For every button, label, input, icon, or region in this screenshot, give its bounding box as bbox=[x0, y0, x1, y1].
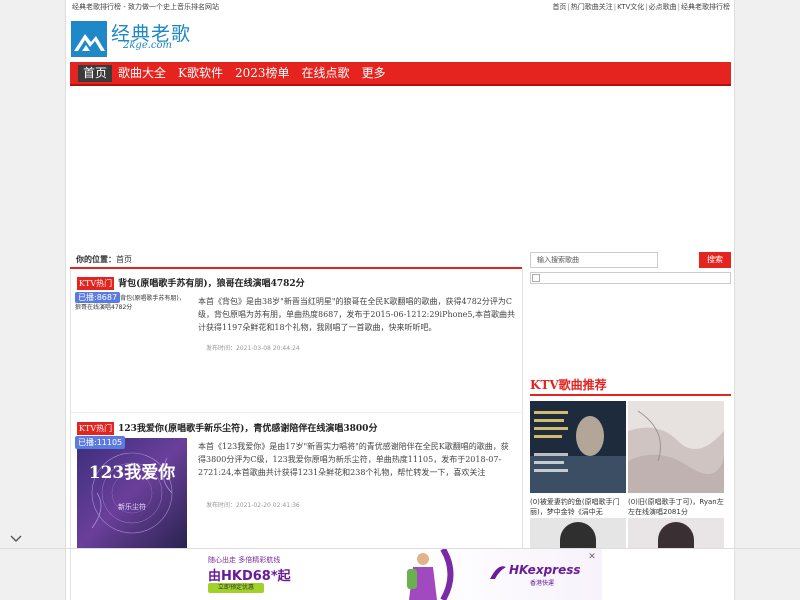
sidebar-ad-image[interactable] bbox=[530, 272, 731, 284]
recommend-card-image[interactable] bbox=[530, 401, 626, 493]
ad-price: 由HKD68*起 bbox=[208, 569, 291, 584]
breadcrumb: 你的位置：首页 bbox=[76, 254, 132, 265]
nav-ksong-software[interactable]: K歌软件 bbox=[172, 62, 229, 84]
mountain-logo-icon bbox=[71, 21, 107, 57]
ad-line1: 随心出走 多倍精彩航线 bbox=[208, 556, 281, 564]
nav-songs[interactable]: 歌曲大全 bbox=[112, 62, 172, 84]
toplink-rank[interactable]: 经典老歌排行榜 bbox=[681, 3, 730, 11]
post-time: 发布时间：2021-03-08 20:44:24 bbox=[206, 345, 300, 352]
bottom-banner-ad[interactable]: 随心出走 多倍精彩航线 由HKD68*起 立即预定优惠 HKexpress 香港… bbox=[203, 549, 602, 600]
breadcrumb-home[interactable]: 首页 bbox=[116, 255, 132, 264]
recommend-card[interactable]: (0)被爱妻钓的鱼(原唱歌手门丽)，梦中金铃《涓中无 bbox=[530, 401, 626, 517]
play-count-badge: 已播:8687 bbox=[75, 292, 121, 303]
ad-brand: HKexpress bbox=[509, 563, 581, 577]
recommend-card-image[interactable] bbox=[628, 401, 724, 493]
post-item: KTV热门 背包(原唱歌手苏有朋)，狼哥在线演唱4782分 已播:8687 背包(原… bbox=[71, 269, 523, 413]
broken-image-icon bbox=[532, 274, 540, 282]
traveler-illustration-icon bbox=[407, 549, 454, 600]
album-cover-image[interactable] bbox=[77, 438, 187, 548]
recommend-card-caption[interactable]: (0)旧(原唱歌手丁可)，Ryan左左在线演唱2081分 bbox=[628, 497, 724, 517]
post-excerpt: 本首《背包》是由38岁"新晋当红明星"的狼哥在全民K歌翻唱的歌曲，获得4782分… bbox=[198, 297, 515, 332]
logo-domain: 2kge.com bbox=[123, 40, 173, 51]
nav-more[interactable]: 更多 bbox=[356, 62, 392, 84]
category-tag[interactable]: KTV热门 bbox=[77, 277, 115, 290]
nav-online-request[interactable]: 在线点歌 bbox=[296, 62, 356, 84]
sidebar-section-header: KTV歌曲推荐 bbox=[530, 376, 731, 396]
toplink-home[interactable]: 首页 bbox=[552, 3, 566, 11]
nav-2023-chart[interactable]: 2023榜单 bbox=[229, 62, 296, 84]
album-cover-title: 123我爱你 bbox=[88, 463, 176, 483]
close-icon[interactable]: ✕ bbox=[585, 551, 599, 563]
recommend-card-image[interactable] bbox=[530, 518, 626, 549]
site-logo[interactable]: 经典老歌 2kge.com bbox=[71, 21, 191, 59]
chevron-down-icon[interactable] bbox=[8, 534, 24, 548]
post-time: 发布时间：2021-02-20 02:41:36 bbox=[206, 502, 300, 509]
thumbnail-alt-text[interactable]: 已播:8687 背包(原唱歌手苏有朋)，狼哥在线演唱4782分 bbox=[75, 292, 187, 312]
main-nav: 首页 歌曲大全 K歌软件 2023榜单 在线点歌 更多 bbox=[70, 62, 731, 86]
top-bar: 经典老歌排行榜 - 致力做一个史上音乐排名网站 首页|热门歌曲关注|KTV文化|… bbox=[70, 0, 732, 14]
toplink-hot[interactable]: 热门歌曲关注 bbox=[571, 3, 613, 11]
breadcrumb-label: 你的位置： bbox=[76, 255, 116, 264]
search-input[interactable]: 输入搜索歌曲 bbox=[530, 252, 658, 268]
recommend-card-image[interactable] bbox=[628, 518, 724, 549]
nav-home[interactable]: 首页 bbox=[78, 65, 113, 82]
post-title[interactable]: KTV热门 123我爱你(原唱歌手新乐尘符)，青优感谢陪伴在线演唱3800分 bbox=[77, 421, 377, 435]
search-button[interactable]: 搜索 bbox=[699, 252, 731, 268]
post-excerpt: 本首《123我爱你》是由17岁"新晋实力唱将"的青优感谢陪伴在全民K歌翻唱的歌曲… bbox=[198, 442, 509, 477]
site-tagline: 经典老歌排行榜 - 致力做一个史上音乐排名网站 bbox=[72, 3, 219, 11]
top-links: 首页|热门歌曲关注|KTV文化|必点歌曲|经典老歌排行榜 bbox=[552, 3, 730, 11]
ad-cta-button[interactable]: 立即预定优惠 bbox=[208, 583, 264, 593]
toplink-must[interactable]: 必点歌曲 bbox=[649, 3, 677, 11]
hkexpress-logo-icon bbox=[490, 566, 506, 579]
ad-brand-sub: 香港快運 bbox=[530, 580, 555, 587]
album-cover-artist: 新乐尘符 bbox=[118, 503, 146, 511]
play-count-badge: 已播:11105 bbox=[75, 436, 126, 449]
recommend-card-caption[interactable]: (0)被爱妻钓的鱼(原唱歌手门丽)，梦中金铃《涓中无 bbox=[530, 497, 626, 517]
post-title[interactable]: KTV热门 背包(原唱歌手苏有朋)，狼哥在线演唱4782分 bbox=[77, 276, 305, 290]
post-title-text[interactable]: 123我爱你(原唱歌手新乐尘符)，青优感谢陪伴在线演唱3800分 bbox=[118, 424, 377, 434]
post-title-text[interactable]: 背包(原唱歌手苏有朋)，狼哥在线演唱4782分 bbox=[118, 279, 305, 289]
category-tag[interactable]: KTV热门 bbox=[77, 422, 115, 435]
toplink-ktv[interactable]: KTV文化 bbox=[617, 3, 644, 11]
sidebar-section-title: KTV歌曲推荐 bbox=[530, 378, 607, 392]
recommend-card[interactable]: (0)旧(原唱歌手丁可)，Ryan左左在线演唱2081分 bbox=[628, 401, 724, 517]
